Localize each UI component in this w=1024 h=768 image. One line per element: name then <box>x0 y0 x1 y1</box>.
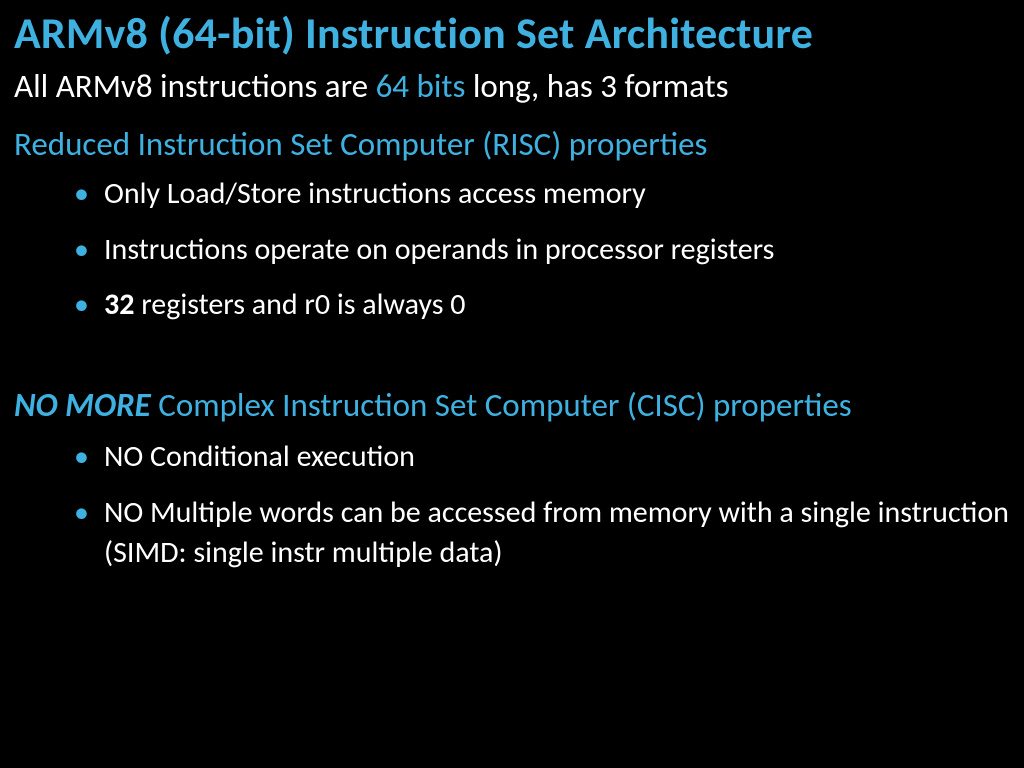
intro-part-a: All ARMv8 instructions are <box>14 66 376 106</box>
intro-part-c: long, has 3 formats <box>465 66 728 106</box>
list-item: 32 registers and r0 is always 0 <box>74 285 1010 325</box>
emphasis-text: NO MORE <box>14 385 151 425</box>
heading-rest: Complex Instruction Set Computer (CISC) … <box>151 385 852 425</box>
bold-number: 32 <box>104 286 134 323</box>
risc-heading: Reduced Instruction Set Computer (RISC) … <box>14 124 1010 164</box>
intro-highlight: 64 bits <box>376 66 466 106</box>
list-item: NO Multiple words can be accessed from m… <box>74 493 1010 572</box>
cisc-heading: NO MORE Complex Instruction Set Computer… <box>14 383 1010 428</box>
list-item: NO Conditional execution <box>74 437 1010 477</box>
list-item: Only Load/Store instructions access memo… <box>74 174 1010 214</box>
slide-title: ARMv8 (64-bit) Instruction Set Architect… <box>14 6 1010 60</box>
list-text: registers and r0 is always 0 <box>134 286 465 323</box>
cisc-list: NO Conditional execution NO Multiple wor… <box>14 437 1010 572</box>
intro-line: All ARMv8 instructions are 64 bits long,… <box>14 66 1010 106</box>
list-item: Instructions operate on operands in proc… <box>74 230 1010 270</box>
risc-list: Only Load/Store instructions access memo… <box>14 174 1010 325</box>
